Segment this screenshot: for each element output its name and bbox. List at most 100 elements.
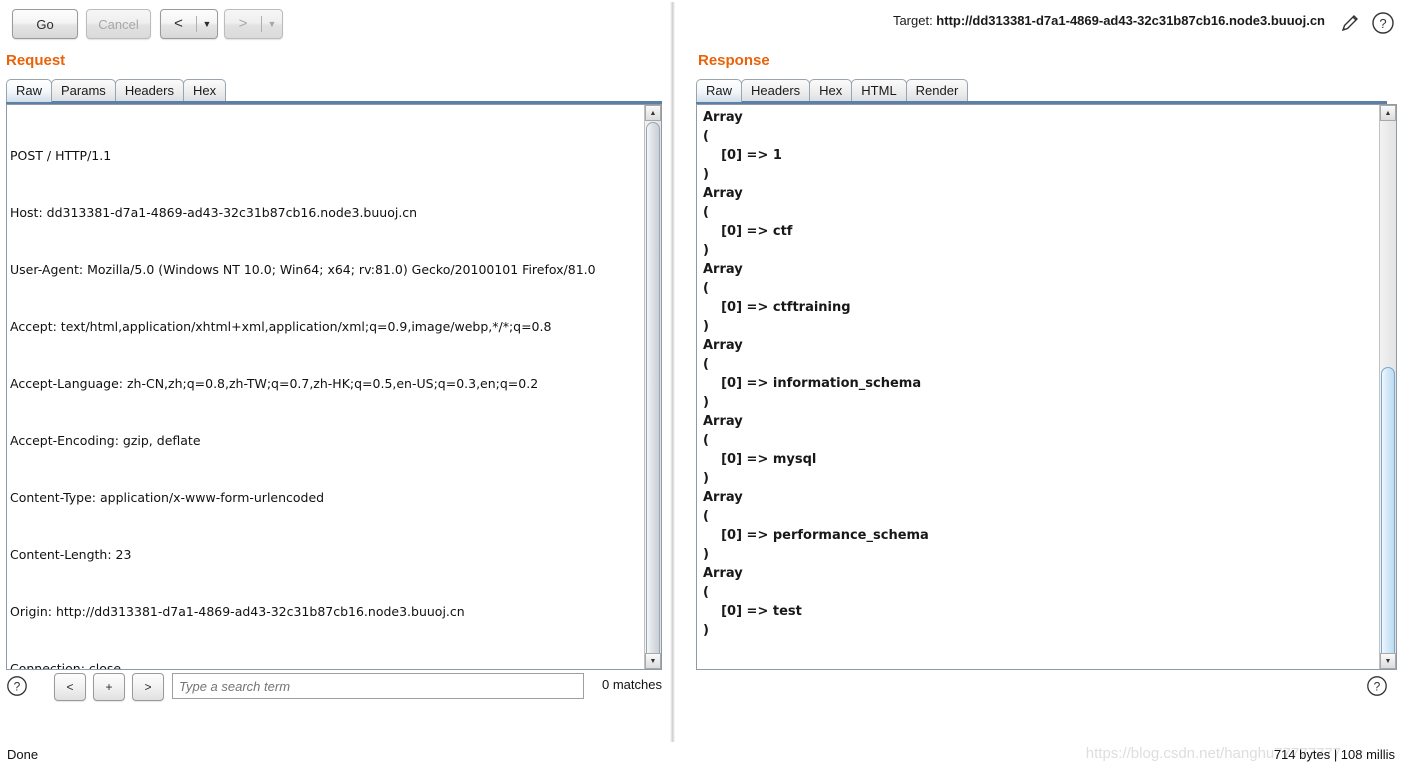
tab-label: Raw [706, 83, 733, 98]
scrollbar-thumb[interactable] [1381, 367, 1395, 669]
response-body-line: Array [703, 262, 743, 277]
request-vertical-scrollbar[interactable]: ▲ ▼ [644, 105, 661, 669]
response-body-line: [0] => mysql [703, 452, 817, 467]
tab-response-html[interactable]: HTML [851, 79, 907, 102]
tab-label: Render [915, 83, 959, 98]
response-body-line: [0] => performance_schema [703, 528, 929, 543]
response-body-line: [0] => ctftraining [703, 300, 851, 315]
chevron-down-icon[interactable]: ▼ [262, 19, 282, 29]
response-tabstrip: Raw Headers Hex HTML Render [696, 79, 969, 103]
svg-text:?: ? [1379, 16, 1386, 31]
help-circle-icon[interactable]: ? [6, 675, 28, 697]
svg-text:?: ? [1374, 680, 1381, 694]
tab-label: Raw [16, 83, 43, 98]
svg-text:?: ? [14, 680, 21, 694]
target-label: Target: [892, 13, 937, 28]
tab-label: Hex [819, 83, 843, 98]
search-next-label: > [144, 680, 152, 694]
response-body-line: [0] => test [703, 604, 802, 619]
response-body-line: Array [703, 186, 743, 201]
response-body-line: ( [703, 433, 709, 448]
response-body-line: ) [703, 319, 709, 334]
search-previous-label: < [66, 680, 74, 694]
next-request-button[interactable]: > ▼ [224, 9, 283, 39]
search-previous-button[interactable]: < [54, 673, 86, 701]
response-vertical-scrollbar[interactable]: ▲ ▼ [1379, 105, 1396, 669]
response-body-line: ( [703, 357, 709, 372]
response-body-line: [0] => 1 [703, 148, 782, 163]
response-body-line: ( [703, 205, 709, 220]
pencil-icon[interactable] [1339, 12, 1361, 34]
response-body-line: ( [703, 129, 709, 144]
request-search-bar: ? < + > 0 matches [6, 672, 662, 702]
request-header-line: Origin: http://dd313381-d7a1-4869-ad43-3… [10, 604, 465, 619]
tab-response-headers[interactable]: Headers [741, 79, 811, 102]
tab-response-raw[interactable]: Raw [696, 79, 743, 102]
tab-request-hex[interactable]: Hex [182, 79, 227, 102]
tab-request-raw[interactable]: Raw [6, 79, 53, 102]
status-text: Done [7, 747, 39, 762]
response-body-line: ( [703, 281, 709, 296]
help-circle-icon[interactable]: ? [1366, 675, 1388, 697]
tab-request-headers[interactable]: Headers [114, 79, 184, 102]
request-header-line: Accept: text/html,application/xhtml+xml,… [10, 319, 552, 334]
request-header-line: Accept-Language: zh-CN,zh;q=0.8,zh-TW;q=… [10, 376, 539, 391]
request-header-line: Connection: close [10, 661, 122, 669]
response-body-line: ) [703, 243, 709, 258]
request-raw-text[interactable]: POST / HTTP/1.1 Host: dd313381-d7a1-4869… [10, 108, 643, 669]
request-header-line: Content-Length: 23 [10, 547, 132, 562]
response-body-line: Array [703, 490, 743, 505]
response-body-line: Array [703, 110, 743, 125]
response-body-line: ) [703, 395, 709, 410]
response-body-line: Array [703, 566, 743, 581]
response-body-line: ) [703, 623, 709, 638]
response-panel: Response Raw Headers Hex HTML Render Arr… [680, 46, 1403, 708]
tab-label: Params [61, 83, 106, 98]
scroll-up-icon[interactable]: ▲ [645, 105, 661, 121]
tab-label: HTML [861, 83, 897, 98]
response-body-line: ) [703, 547, 709, 562]
tab-request-params[interactable]: Params [51, 79, 116, 102]
go-button-label: Go [36, 16, 54, 32]
response-body-line: Array [703, 414, 743, 429]
response-raw-text[interactable]: Array ( [0] => 1) Array ( [0] => ctf) Array (… [703, 108, 1378, 669]
target-url: http://dd313381-d7a1-4869-ad43-32c31b87c… [936, 13, 1325, 28]
response-body-line: [0] => information_schema [703, 376, 922, 391]
request-title: Request [6, 52, 66, 69]
request-tabstrip: Raw Params Headers Hex [6, 79, 227, 103]
response-search-bar: ? < + > 0 matches [1366, 672, 1403, 702]
cancel-button-label: Cancel [98, 16, 139, 32]
chevron-down-icon[interactable]: ▼ [197, 19, 217, 29]
help-circle-icon[interactable]: ? [1371, 11, 1395, 35]
panel-splitter[interactable] [670, 2, 675, 742]
response-body-line: ( [703, 585, 709, 600]
request-header-line: Content-Type: application/x-www-form-url… [10, 490, 325, 505]
previous-request-label: < [174, 14, 183, 32]
go-button[interactable]: Go [12, 9, 78, 39]
previous-request-button[interactable]: < ▼ [160, 9, 218, 39]
response-body-line: [0] => ctf [703, 224, 793, 239]
search-add-button[interactable]: + [93, 673, 125, 701]
request-header-line: User-Agent: Mozilla/5.0 (Windows NT 10.0… [10, 262, 596, 277]
scrollbar-thumb[interactable] [646, 122, 660, 669]
tab-response-render[interactable]: Render [905, 79, 969, 102]
scroll-down-icon[interactable]: ▼ [1380, 653, 1396, 669]
tab-label: Headers [124, 83, 174, 98]
response-editor[interactable]: Array ( [0] => 1) Array ( [0] => ctf) Array (… [696, 104, 1397, 670]
burp-repeater-window: Go Cancel < ▼ > ▼ Target: http://dd31338… [0, 0, 1403, 768]
cancel-button[interactable]: Cancel [86, 9, 151, 39]
request-editor[interactable]: POST / HTTP/1.1 Host: dd313381-d7a1-4869… [6, 104, 662, 670]
scroll-down-icon[interactable]: ▼ [645, 653, 661, 669]
response-body-line: ( [703, 509, 709, 524]
tab-response-hex[interactable]: Hex [809, 79, 853, 102]
search-next-button[interactable]: > [132, 673, 164, 701]
response-body-line: Array [703, 338, 743, 353]
request-header-line: Host: dd313381-d7a1-4869-ad43-32c31b87cb… [10, 205, 418, 220]
scroll-up-icon[interactable]: ▲ [1380, 105, 1396, 121]
top-toolbar: Go Cancel < ▼ > ▼ Target: http://dd31338… [0, 0, 1403, 46]
request-panel: Request Raw Params Headers Hex POST / HT… [0, 46, 668, 708]
target-bar: Target: http://dd313381-d7a1-4869-ad43-3… [893, 13, 1325, 28]
search-add-label: + [105, 680, 113, 694]
next-request-label: > [238, 14, 248, 32]
search-input[interactable] [172, 673, 584, 699]
